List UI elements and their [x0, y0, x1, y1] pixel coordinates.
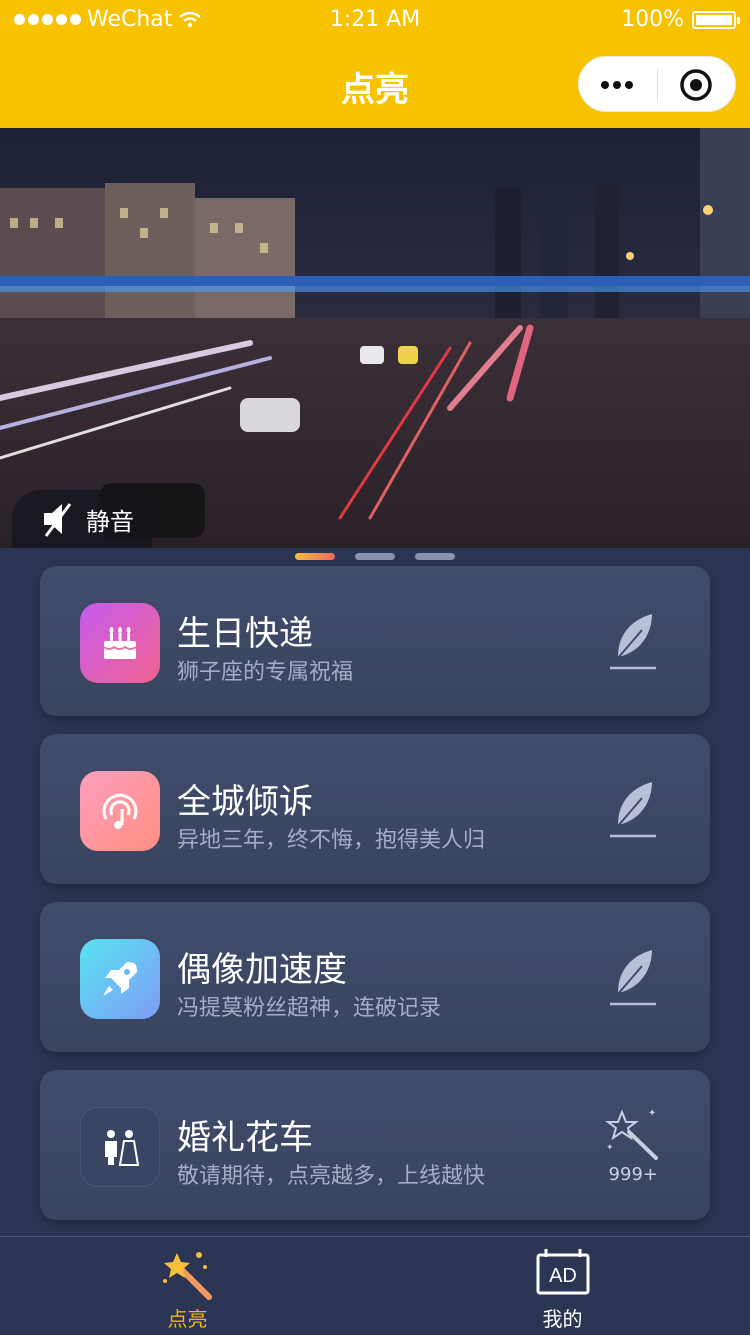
battery-group: 100% — [621, 7, 740, 32]
close-miniprogram-icon[interactable] — [679, 68, 713, 102]
navigation-bar: 点亮 — [0, 40, 750, 128]
status-bar: WeChat 1:21 AM 100% — [0, 0, 750, 40]
page-dot-2[interactable] — [355, 553, 395, 560]
ad-billboard-icon: AD — [536, 1249, 589, 1295]
card-title: 婚礼花车 — [177, 1118, 313, 1158]
card-idol-acceleration[interactable]: 偶像加速度 冯提莫粉丝超神，连破记录 — [40, 902, 710, 1052]
night-city-banner-image — [0, 128, 750, 548]
svg-text:✦: ✦ — [648, 1108, 656, 1119]
svg-text:AD: AD — [549, 1265, 577, 1287]
card-wedding-float[interactable]: 婚礼花车 敬请期待，点亮越多，上线越快 ✦ ✦ 999+ — [40, 1070, 710, 1220]
carousel-indicator — [0, 553, 750, 561]
tab-bar: 点亮 AD 我的 — [0, 1236, 750, 1335]
music-broadcast-icon — [80, 771, 160, 851]
card-title: 生日快递 — [177, 614, 313, 654]
mute-toggle[interactable]: 静音 — [12, 490, 152, 548]
card-citywide-confession[interactable]: 全城倾诉 异地三年，终不悔，抱得美人归 — [40, 734, 710, 884]
speaker-muted-icon — [44, 503, 72, 537]
tab-label: 点亮 — [167, 1307, 208, 1331]
miniprogram-capsule — [578, 56, 736, 112]
battery-icon — [692, 10, 740, 29]
feather-icon[interactable] — [608, 610, 660, 672]
card-title: 偶像加速度 — [177, 950, 347, 990]
capsule-divider — [657, 69, 658, 101]
wedding-couple-icon — [80, 1107, 160, 1187]
tab-light-up[interactable]: 点亮 — [0, 1237, 375, 1335]
svg-text:✦: ✦ — [606, 1143, 614, 1153]
feather-icon[interactable] — [608, 778, 660, 840]
feather-icon[interactable] — [608, 946, 660, 1008]
tab-label: 我的 — [542, 1307, 583, 1331]
tab-mine[interactable]: AD 我的 — [375, 1237, 750, 1335]
magic-wand-icon — [162, 1252, 212, 1300]
page-dot-1[interactable] — [295, 553, 335, 560]
card-title: 全城倾诉 — [177, 782, 313, 822]
more-menu-button[interactable] — [601, 73, 637, 97]
card-birthday-express[interactable]: 生日快递 狮子座的专属祝福 — [40, 566, 710, 716]
page-dot-3[interactable] — [415, 553, 455, 560]
rocket-icon — [80, 939, 160, 1019]
card-subtitle: 狮子座的专属祝福 — [177, 660, 354, 685]
birthday-cake-icon — [80, 603, 160, 683]
battery-percent: 100% — [621, 7, 684, 32]
light-up-count: 999+ — [608, 1164, 658, 1185]
card-subtitle: 冯提莫粉丝超神，连破记录 — [177, 996, 442, 1021]
magic-wand-icon[interactable]: ✦ ✦ — [604, 1106, 666, 1162]
mute-label: 静音 — [86, 507, 134, 536]
card-subtitle: 敬请期待，点亮越多，上线越快 — [177, 1164, 486, 1189]
banner-carousel[interactable] — [0, 128, 750, 548]
card-subtitle: 异地三年，终不悔，抱得美人归 — [177, 828, 486, 853]
